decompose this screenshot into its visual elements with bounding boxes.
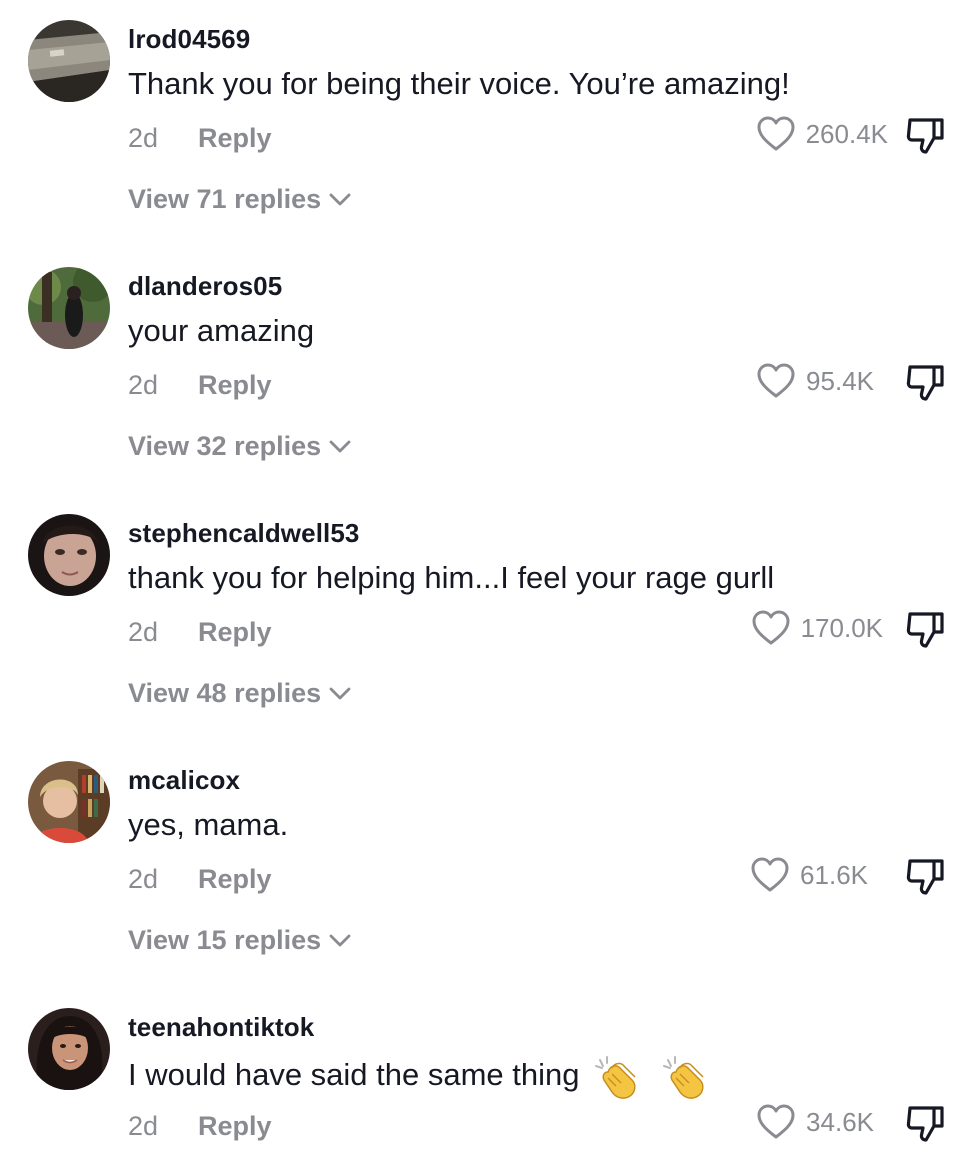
dislike-button[interactable] — [904, 610, 946, 650]
comment-text: Thank you for being their voice. You’re … — [128, 66, 790, 101]
reply-button[interactable]: Reply — [198, 617, 272, 648]
like-button[interactable]: 61.6K — [750, 855, 868, 895]
dislike-button[interactable] — [904, 857, 946, 897]
comment-time: 2d — [128, 616, 159, 647]
chevron-down-icon — [329, 934, 351, 946]
clapping-hands-emoji — [662, 1056, 704, 1099]
thumbs-down-icon — [906, 612, 944, 648]
view-replies-label: View 15 replies — [128, 925, 322, 955]
avatar[interactable] — [28, 761, 110, 843]
heart-icon — [757, 1104, 795, 1139]
view-replies-button[interactable]: View 48 replies — [128, 678, 351, 709]
avatar[interactable] — [28, 20, 110, 102]
comment-time: 2d — [128, 369, 159, 400]
chevron-down-icon — [329, 193, 351, 205]
username[interactable]: lrod04569 — [128, 24, 250, 55]
like-button[interactable]: 34.6K — [756, 1102, 874, 1142]
comment-item: mcalicox yes, mama. 2d Reply 61.6K View … — [0, 741, 980, 988]
view-replies-button[interactable]: View 15 replies — [128, 925, 351, 956]
view-replies-label: View 48 replies — [128, 678, 322, 708]
chevron-down-icon — [329, 440, 351, 452]
view-replies-label: View 32 replies — [128, 431, 322, 461]
heart-icon — [752, 610, 790, 645]
comment-item: stephencaldwell53 thank you for helping … — [0, 494, 980, 741]
avatar[interactable] — [28, 267, 110, 349]
username[interactable]: teenahontiktok — [128, 1012, 314, 1043]
like-count: 95.4K — [806, 365, 874, 396]
comment-item: lrod04569 Thank you for being their voic… — [0, 0, 980, 247]
view-replies-label: View 71 replies — [128, 184, 322, 214]
comment-time: 2d — [128, 863, 159, 894]
view-replies-button[interactable]: View 71 replies — [128, 184, 351, 215]
like-button[interactable]: 260.4K — [756, 114, 888, 154]
reply-button[interactable]: Reply — [198, 123, 272, 154]
username[interactable]: mcalicox — [128, 765, 240, 796]
heart-icon — [757, 363, 795, 398]
comment-text: I would have said the same thing — [128, 1054, 708, 1100]
view-replies-button[interactable]: View 32 replies — [128, 431, 351, 462]
thumbs-down-icon — [906, 365, 944, 401]
comment-meta: 2d Reply — [128, 614, 272, 650]
comment-text: your amazing — [128, 313, 315, 348]
heart-icon — [757, 116, 795, 151]
reply-button[interactable]: Reply — [198, 1111, 272, 1142]
like-count: 260.4K — [805, 118, 888, 149]
username[interactable]: dlanderos05 — [128, 271, 282, 302]
comment-text: thank you for helping him...I feel your … — [128, 560, 775, 595]
chevron-down-icon — [329, 687, 351, 699]
dislike-button[interactable] — [904, 1104, 946, 1144]
comment-time: 2d — [128, 1110, 159, 1141]
clapping-hands-emoji — [594, 1056, 636, 1099]
avatar[interactable] — [28, 1008, 110, 1090]
comment-item: dlanderos05 your amazing 2d Reply 95.4K … — [0, 247, 980, 494]
dislike-button[interactable] — [904, 363, 946, 403]
like-button[interactable]: 95.4K — [756, 361, 874, 401]
like-count: 34.6K — [806, 1106, 874, 1137]
avatar[interactable] — [28, 514, 110, 596]
like-count: 170.0K — [800, 612, 883, 643]
like-button[interactable]: 170.0K — [751, 608, 883, 648]
comment-meta: 2d Reply — [128, 1108, 272, 1144]
username[interactable]: stephencaldwell53 — [128, 518, 359, 549]
comment-meta: 2d Reply — [128, 367, 272, 403]
dislike-button[interactable] — [904, 116, 946, 156]
thumbs-down-icon — [906, 118, 944, 154]
thumbs-down-icon — [906, 859, 944, 895]
comment-text-content: I would have said the same thing — [128, 1057, 580, 1093]
thumbs-down-icon — [906, 1106, 944, 1142]
comment-time: 2d — [128, 122, 159, 153]
comment-item: teenahontiktok I would have said the sam… — [0, 988, 980, 1169]
comment-meta: 2d Reply — [128, 120, 272, 156]
comment-text: yes, mama. — [128, 807, 289, 842]
reply-button[interactable]: Reply — [198, 864, 272, 895]
like-count: 61.6K — [800, 859, 868, 890]
comment-meta: 2d Reply — [128, 861, 272, 897]
reply-button[interactable]: Reply — [198, 370, 272, 401]
heart-icon — [751, 857, 789, 892]
